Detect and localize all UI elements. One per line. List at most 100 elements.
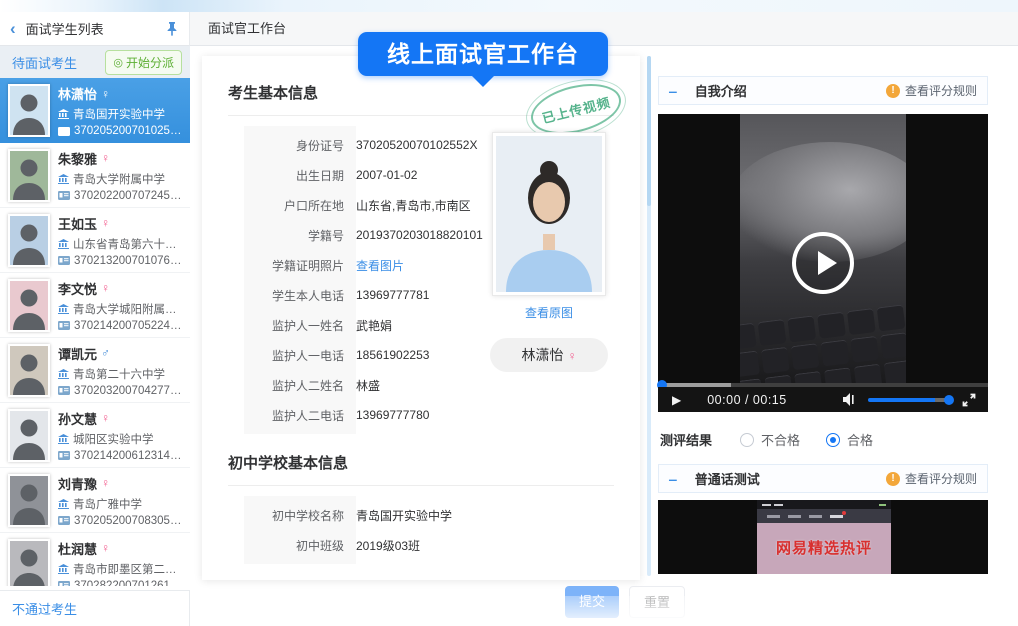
id-card-icon: [58, 191, 70, 200]
gender-icon: ♂: [101, 346, 110, 360]
radio-circle[interactable]: [740, 433, 754, 447]
gender-icon: ♀: [101, 541, 110, 555]
radio-pass[interactable]: 合格: [826, 430, 873, 449]
field-label: 监护人二姓名: [244, 377, 356, 394]
sidebar-header: ‹ 面试学生列表: [0, 12, 190, 46]
sidebar-footer: 不通过考生: [0, 590, 190, 626]
school-icon: [58, 304, 69, 314]
student-list-item[interactable]: 林潇怡♀ 青岛国开实验中学 37020520070102552X: [0, 78, 190, 143]
collapse-icon[interactable]: ‒: [669, 471, 677, 487]
student-list-item[interactable]: 刘青豫♀ 青岛广雅中学 370205200708305524: [0, 468, 190, 533]
student-name: 李文悦♀: [58, 279, 182, 298]
radio-fail[interactable]: 不合格: [740, 430, 800, 449]
student-name: 林潇怡♀: [58, 84, 182, 103]
play-button[interactable]: ▶: [672, 393, 681, 407]
student-school: 青岛广雅中学: [58, 496, 182, 512]
video-controls: ▶ 00:00 / 00:15: [658, 387, 988, 412]
student-name: 朱黎雅♀: [58, 149, 182, 168]
field-label: 学生本人电话: [244, 287, 356, 304]
mandarin-panel-header: ‒ 普通话测试 ! 查看评分规则: [658, 464, 988, 493]
radio-circle[interactable]: [826, 433, 840, 447]
field-value: 37020520070102552X: [356, 138, 477, 152]
student-id: 370282200701261541: [58, 580, 182, 587]
student-list-item[interactable]: 杜润慧♀ 青岛市即墨区第二十… 370282200701261541: [0, 533, 190, 586]
basic-info-form: 身份证号 37020520070102552X 出生日期 2007-01-02 …: [244, 130, 494, 430]
failed-candidates-link[interactable]: 不通过考生: [12, 599, 77, 618]
back-chevron-icon[interactable]: ‹: [10, 19, 16, 39]
student-id: 370203200704277017: [58, 385, 182, 397]
field-label: 初中学校名称: [244, 507, 356, 524]
gender-icon: ♀: [101, 281, 110, 295]
school-icon: [58, 109, 69, 119]
student-name: 杜润慧♀: [58, 539, 182, 558]
vertical-scrollbar[interactable]: [647, 56, 651, 576]
student-info: 杜润慧♀ 青岛市即墨区第二十… 370282200701261541: [58, 539, 182, 587]
student-avatar: [8, 539, 50, 587]
student-list-item[interactable]: 王如玉♀ 山东省青岛第六十三… 370213200701076028: [0, 208, 190, 273]
field-label: 监护人二电话: [244, 407, 356, 424]
school-info-form: 初中学校名称 青岛国开实验中学 初中班级 2019级03班: [244, 500, 544, 560]
field-label: 监护人一姓名: [244, 317, 356, 334]
student-name: 谭凯元♂: [58, 344, 182, 363]
pin-icon[interactable]: [165, 21, 179, 36]
view-scoring-rules-link[interactable]: ! 查看评分规则: [886, 470, 977, 487]
footer-buttons: 提交 重置: [565, 586, 685, 618]
volume-slider[interactable]: [868, 398, 952, 402]
school-icon: [58, 499, 69, 509]
student-list-item[interactable]: 孙文慧♀ 城阳区实验中学 370214200612314828: [0, 403, 190, 468]
play-overlay-button[interactable]: [792, 232, 854, 294]
window-top-glow: [0, 0, 1018, 12]
student-name: 王如玉♀: [58, 214, 182, 233]
student-avatar: [8, 149, 50, 202]
candidate-photo: [492, 132, 606, 296]
id-card-icon: [58, 581, 70, 586]
field-value: 2007-01-02: [356, 168, 417, 182]
target-icon: ◎: [113, 56, 123, 69]
field-value: 13969777781: [356, 288, 429, 302]
volume-handle[interactable]: [944, 395, 954, 405]
student-list-item[interactable]: 朱黎雅♀ 青岛大学附属中学 370202200707245428: [0, 143, 190, 208]
student-avatar: [8, 344, 50, 397]
view-original-photo-link[interactable]: 查看原图: [525, 304, 573, 321]
form-row: 学籍证明照片 查看图片: [244, 250, 494, 280]
fullscreen-icon[interactable]: [962, 393, 976, 407]
student-name: 孙文慧♀: [58, 409, 182, 428]
tab-interviewer-workbench[interactable]: 面试官工作台: [190, 12, 304, 45]
student-avatar: [8, 279, 50, 332]
field-value: 2019370203018820101: [356, 228, 483, 242]
candidate-name-badge: 林潇怡♀: [490, 338, 608, 372]
id-card-icon: [58, 516, 70, 525]
form-row: 初中班级 2019级03班: [244, 530, 544, 560]
field-label: 监护人一电话: [244, 347, 356, 364]
view-scoring-rules-link[interactable]: ! 查看评分规则: [886, 82, 977, 99]
field-value: 2019级03班: [356, 537, 420, 554]
volume-icon[interactable]: [843, 393, 858, 406]
view-image-link[interactable]: 查看图片: [356, 257, 404, 274]
form-row: 监护人二电话 13969777780: [244, 400, 494, 430]
student-school: 城阳区实验中学: [58, 431, 182, 447]
workbench-callout: 线上面试官工作台: [358, 32, 608, 76]
start-assign-button[interactable]: ◎ 开始分派: [105, 50, 182, 75]
student-list-item[interactable]: 李文悦♀ 青岛大学城阳附属中学 370214200705224821: [0, 273, 190, 338]
self-intro-video-player[interactable]: ▶ 00:00 / 00:15: [658, 114, 988, 412]
self-intro-panel-header: ‒ 自我介绍 ! 查看评分规则: [658, 76, 988, 105]
submit-button[interactable]: 提交: [565, 586, 619, 618]
school-icon: [58, 369, 69, 379]
student-school: 青岛市即墨区第二十…: [58, 561, 182, 577]
collapse-icon[interactable]: ‒: [669, 83, 677, 99]
field-label: 身份证号: [244, 137, 356, 154]
student-avatar: [8, 84, 50, 137]
student-avatar: [8, 474, 50, 527]
student-list-item[interactable]: 谭凯元♂ 青岛第二十六中学 370203200704277017: [0, 338, 190, 403]
reset-button[interactable]: 重置: [629, 586, 685, 618]
info-icon: !: [886, 84, 900, 98]
school-icon: [58, 174, 69, 184]
student-id: 370205200708305524: [58, 515, 182, 527]
school-icon: [58, 434, 69, 444]
mandarin-video-player[interactable]: 网易精选热评: [658, 500, 988, 574]
result-label: 测评结果: [660, 430, 712, 449]
form-row: 学生本人电话 13969777781: [244, 280, 494, 310]
field-label: 学籍证明照片: [244, 257, 356, 274]
pending-candidates-tab[interactable]: 待面试考生: [12, 53, 105, 72]
student-school: 青岛大学附属中学: [58, 171, 182, 187]
